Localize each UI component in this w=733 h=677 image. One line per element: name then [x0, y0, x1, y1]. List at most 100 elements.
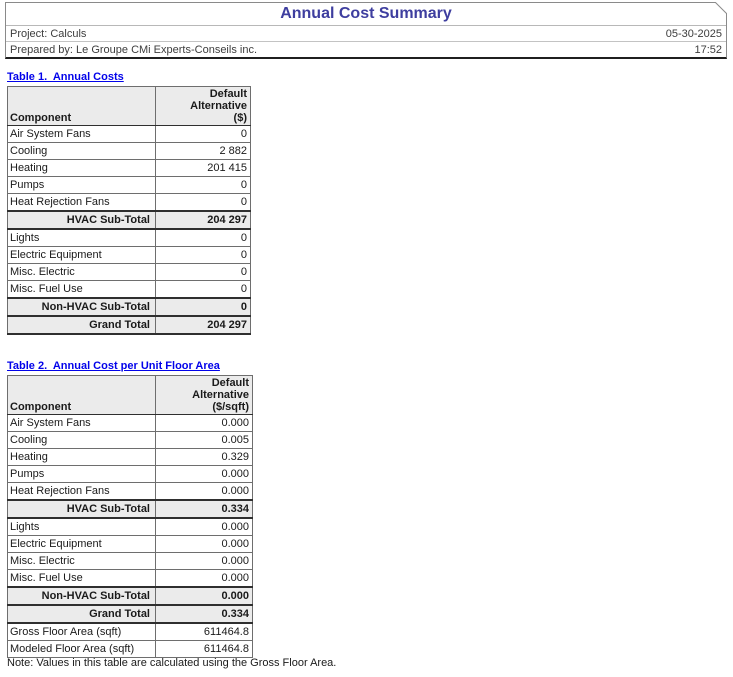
report-time: 17:52 — [694, 44, 722, 56]
table-row: Cooling 0.005 — [8, 432, 253, 449]
component-cell: Lights — [8, 229, 156, 247]
table-total-row: HVAC Sub-Total 204 297 — [8, 211, 251, 229]
component-cell: Heating — [8, 160, 156, 177]
table-total-row: HVAC Sub-Total 0.334 — [8, 500, 253, 518]
value-cell: 0.000 — [156, 553, 253, 570]
table-total-row: Grand Total 0.334 — [8, 605, 253, 623]
table-row: Electric Equipment 0.000 — [8, 536, 253, 553]
alternative-column-header: Default Alternative ($/sqft) — [156, 376, 253, 415]
header-meta-row-2: Prepared by: Le Groupe CMi Experts-Conse… — [6, 42, 726, 57]
component-cell: Cooling — [8, 432, 156, 449]
component-cell: Heating — [8, 449, 156, 466]
value-cell: 0.000 — [156, 415, 253, 432]
component-column-header: Component — [8, 376, 156, 415]
value-cell: 611464.8 — [156, 641, 253, 658]
value-cell: 0.000 — [156, 587, 253, 605]
table-row: Pumps 0.000 — [8, 466, 253, 483]
dog-ear-corner-icon — [715, 2, 727, 14]
table-row: Misc. Electric 0.000 — [8, 553, 253, 570]
table-header-row: Component Default Alternative ($/sqft) — [8, 376, 253, 415]
value-cell: 611464.8 — [156, 623, 253, 641]
value-cell: 0.005 — [156, 432, 253, 449]
table-row: Heating 0.329 — [8, 449, 253, 466]
value-cell: 0 — [156, 126, 251, 143]
component-cell: Pumps — [8, 466, 156, 483]
project-name: Project: Calculs — [10, 28, 86, 40]
component-cell: Misc. Fuel Use — [8, 281, 156, 299]
value-cell: 0.334 — [156, 500, 253, 518]
table-header-row: Component Default Alternative ($) — [8, 87, 251, 126]
table-total-row: Non-HVAC Sub-Total 0 — [8, 298, 251, 316]
component-cell: Misc. Electric — [8, 553, 156, 570]
value-cell: 0 — [156, 229, 251, 247]
table-row: Air System Fans 0.000 — [8, 415, 253, 432]
component-cell: Grand Total — [8, 316, 156, 334]
table-row: Misc. Fuel Use 0 — [8, 281, 251, 299]
value-cell: 0 — [156, 281, 251, 299]
table-row: Pumps 0 — [8, 177, 251, 194]
value-cell: 0.000 — [156, 570, 253, 588]
value-cell: 0.000 — [156, 518, 253, 536]
annual-costs-table: Component Default Alternative ($) Air Sy… — [7, 86, 251, 335]
cost-per-area-table: Component Default Alternative ($/sqft) A… — [7, 375, 253, 658]
component-cell: Modeled Floor Area (sqft) — [8, 641, 156, 658]
cost-per-area-section: Table 2. Annual Cost per Unit Floor Area… — [7, 360, 253, 658]
component-cell: Air System Fans — [8, 415, 156, 432]
table1-title: Table 1. Annual Costs — [7, 71, 251, 83]
table-row: Cooling 2 882 — [8, 143, 251, 160]
component-cell: Heat Rejection Fans — [8, 194, 156, 212]
table2-title: Table 2. Annual Cost per Unit Floor Area — [7, 360, 253, 372]
component-cell: Electric Equipment — [8, 536, 156, 553]
table-total-row: Grand Total 204 297 — [8, 316, 251, 334]
value-cell: 0.000 — [156, 483, 253, 501]
component-column-header: Component — [8, 87, 156, 126]
report-date: 05-30-2025 — [666, 28, 722, 40]
table-row: Air System Fans 0 — [8, 126, 251, 143]
table-row: Heating 201 415 — [8, 160, 251, 177]
component-cell: Non-HVAC Sub-Total — [8, 298, 156, 316]
value-cell: 204 297 — [156, 316, 251, 334]
value-cell: 0.334 — [156, 605, 253, 623]
component-cell: HVAC Sub-Total — [8, 211, 156, 229]
table-row: Gross Floor Area (sqft) 611464.8 — [8, 623, 253, 641]
table-row: Lights 0 — [8, 229, 251, 247]
component-cell: Air System Fans — [8, 126, 156, 143]
component-cell: Electric Equipment — [8, 247, 156, 264]
table-row: Misc. Electric 0 — [8, 264, 251, 281]
alternative-column-header: Default Alternative ($) — [156, 87, 251, 126]
table-row: Misc. Fuel Use 0.000 — [8, 570, 253, 588]
value-cell: 204 297 — [156, 211, 251, 229]
value-cell: 0 — [156, 298, 251, 316]
component-cell: Misc. Fuel Use — [8, 570, 156, 588]
component-cell: Gross Floor Area (sqft) — [8, 623, 156, 641]
component-cell: Cooling — [8, 143, 156, 160]
footnote: Note: Values in this table are calculate… — [7, 657, 336, 669]
value-cell: 0 — [156, 177, 251, 194]
component-cell: Non-HVAC Sub-Total — [8, 587, 156, 605]
value-cell: 0.000 — [156, 536, 253, 553]
value-cell: 201 415 — [156, 160, 251, 177]
component-cell: Lights — [8, 518, 156, 536]
value-cell: 0 — [156, 194, 251, 212]
table-row: Modeled Floor Area (sqft) 611464.8 — [8, 641, 253, 658]
component-cell: Grand Total — [8, 605, 156, 623]
page-title: Annual Cost Summary — [6, 3, 726, 26]
value-cell: 2 882 — [156, 143, 251, 160]
prepared-by: Prepared by: Le Groupe CMi Experts-Conse… — [10, 44, 257, 56]
value-cell: 0.000 — [156, 466, 253, 483]
value-cell: 0 — [156, 264, 251, 281]
table-row: Lights 0.000 — [8, 518, 253, 536]
component-cell: HVAC Sub-Total — [8, 500, 156, 518]
table-row: Heat Rejection Fans 0.000 — [8, 483, 253, 501]
annual-costs-section: Table 1. Annual Costs Component Default … — [7, 71, 251, 335]
component-cell: Heat Rejection Fans — [8, 483, 156, 501]
value-cell: 0.329 — [156, 449, 253, 466]
table-row: Electric Equipment 0 — [8, 247, 251, 264]
report-header: Annual Cost Summary Project: Calculs 05-… — [5, 2, 727, 59]
value-cell: 0 — [156, 247, 251, 264]
header-meta-row-1: Project: Calculs 05-30-2025 — [6, 26, 726, 42]
table-total-row: Non-HVAC Sub-Total 0.000 — [8, 587, 253, 605]
component-cell: Misc. Electric — [8, 264, 156, 281]
component-cell: Pumps — [8, 177, 156, 194]
table-row: Heat Rejection Fans 0 — [8, 194, 251, 212]
